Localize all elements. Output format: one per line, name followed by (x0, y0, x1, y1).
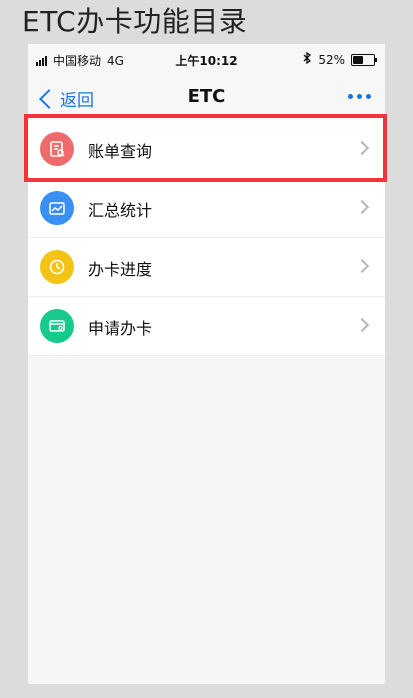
bill-query-icon (40, 132, 74, 166)
menu-item-label: 申请办卡 (88, 319, 153, 338)
battery-fill (353, 55, 363, 64)
page-title: ETC办卡功能目录 (22, 5, 248, 38)
chevron-right-icon (354, 140, 370, 156)
battery-icon (351, 53, 377, 66)
more-button[interactable] (348, 94, 371, 99)
chevron-right-icon (354, 317, 370, 333)
menu-item-apply-card[interactable]: 申请办卡 (28, 297, 385, 356)
menu-item-label: 办卡进度 (88, 260, 153, 279)
phone-screen: 中国移动 4G 上午10:12 52% 返回 ETC 账单查询 汇总统计 办卡进… (24, 44, 387, 684)
menu-list: 账单查询 汇总统计 办卡进度 申请办卡 (24, 114, 387, 356)
nav-bar: 返回 ETC (28, 74, 385, 121)
menu-item-label: 汇总统计 (88, 201, 153, 220)
menu-item-bill-query[interactable]: 账单查询 (24, 114, 387, 182)
menu-item-card-progress[interactable]: 办卡进度 (28, 238, 385, 297)
more-dot-icon (357, 94, 362, 99)
highlight-box (24, 114, 387, 182)
chevron-right-icon (354, 199, 370, 215)
more-dot-icon (348, 94, 353, 99)
chevron-right-icon (354, 258, 370, 274)
menu-item-summary-stats[interactable]: 汇总统计 (28, 179, 385, 238)
menu-item-label: 账单查询 (88, 142, 153, 161)
nav-title: ETC (187, 86, 226, 107)
status-right: 52% (302, 51, 377, 67)
bluetooth-icon (302, 51, 312, 67)
apply-card-icon (40, 309, 74, 343)
status-bar: 中国移动 4G 上午10:12 52% (28, 44, 385, 74)
card-progress-icon (40, 250, 74, 284)
battery-percent: 52% (318, 52, 345, 67)
summary-stats-icon (40, 191, 74, 225)
more-dot-icon (366, 94, 371, 99)
